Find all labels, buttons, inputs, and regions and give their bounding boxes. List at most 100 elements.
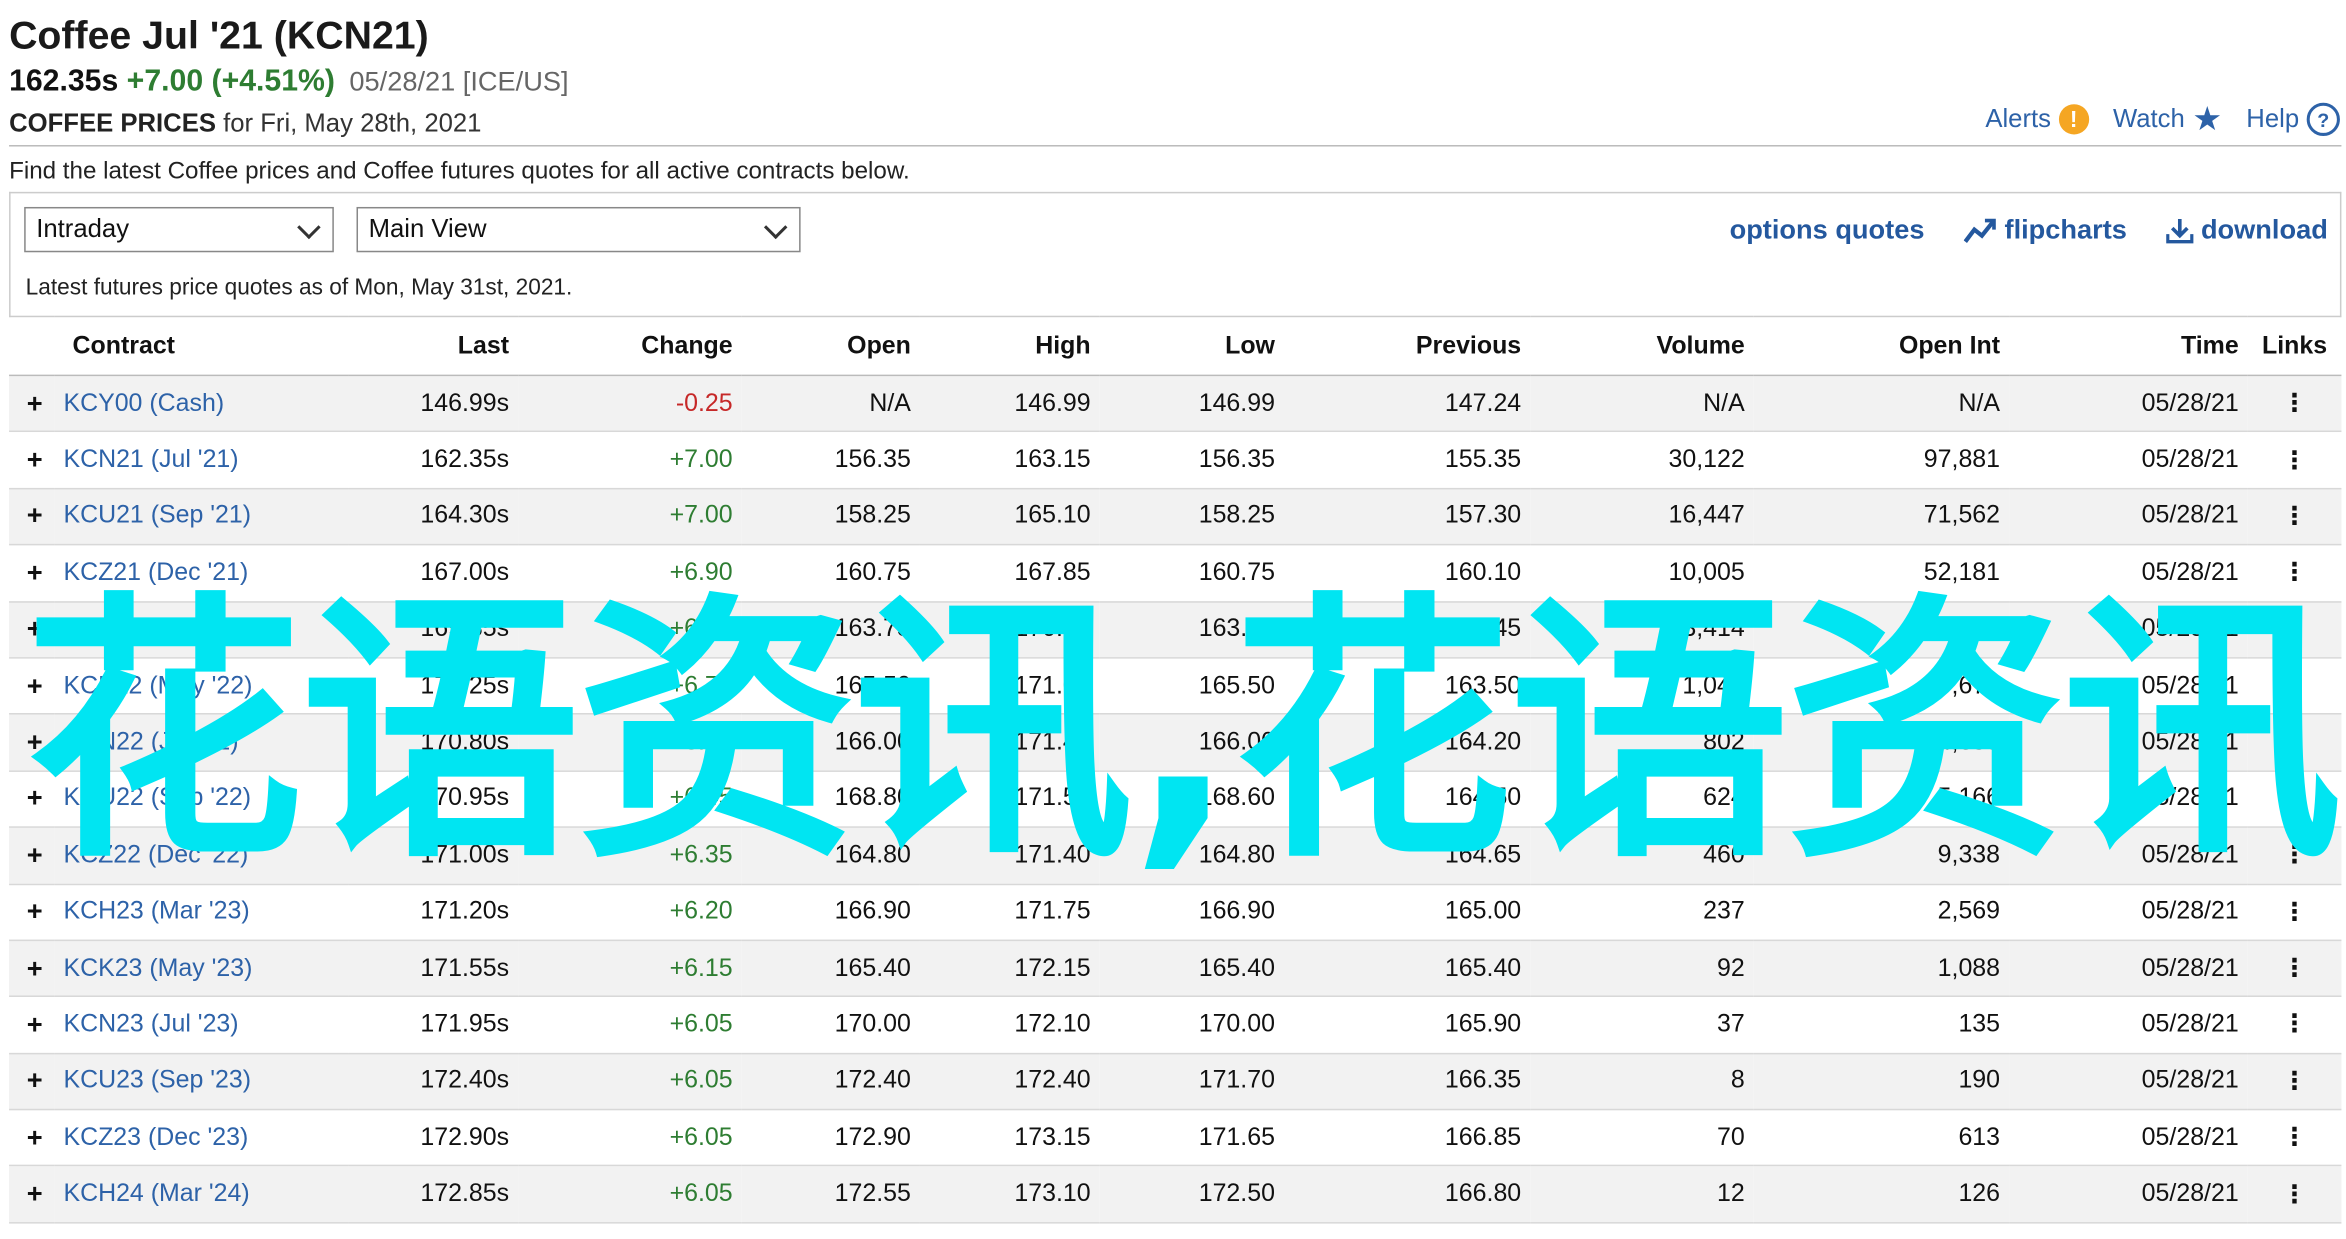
cell-change: +7.00 (518, 431, 742, 490)
cell-contract[interactable]: KCN23 (Jul '23) (54, 996, 349, 1054)
watch-link[interactable]: Watch ★ (2113, 102, 2222, 135)
subtitle-rest: for Fri, May 28th, 2021 (215, 108, 482, 138)
quote-date-exchange: 05/28/21 [ICE/US] (349, 66, 569, 97)
view-select-value: Main View (368, 214, 487, 244)
flipcharts-link[interactable]: flipcharts (1963, 214, 2127, 247)
price-change: +7.00 (+4.51%) (126, 64, 335, 99)
table-row: + KCN21 (Jul '21) 162.35s +7.00 156.35 163.15… (9, 431, 2342, 490)
more-options-icon[interactable]: ⋮ (2247, 375, 2342, 433)
period-select[interactable]: Intraday (24, 206, 334, 253)
options-quotes-label: options quotes (1729, 214, 1925, 245)
cell-time: 05/28/21 (2009, 996, 2248, 1054)
cell-time: 05/28/21 (2009, 1166, 2248, 1224)
flipcharts-label: flipcharts (2004, 214, 2127, 245)
cell-contract[interactable]: KCN21 (Jul '21) (54, 431, 349, 490)
cell-open: 165.40 (741, 940, 920, 998)
expand-plus-icon[interactable]: + (9, 1166, 55, 1224)
cell-change: +6.15 (518, 940, 742, 998)
col-open[interactable]: Open (741, 315, 920, 377)
col-change[interactable]: Change (518, 315, 742, 377)
cell-open-int: 126 (1753, 1166, 2010, 1224)
chevron-down-icon (763, 215, 788, 240)
col-contract[interactable]: Contract (9, 315, 349, 377)
cell-change: +6.05 (518, 996, 742, 1054)
col-last[interactable]: Last (348, 315, 519, 377)
page-description: Find the latest Coffee prices and Coffee… (9, 158, 910, 185)
alert-icon: ! (2058, 104, 2089, 135)
as-of-text: Latest futures price quotes as of Mon, M… (25, 274, 573, 301)
table-row: + KCN23 (Jul '23) 171.95s +6.05 170.00 172.10… (9, 996, 2342, 1054)
cell-last: 171.95s (348, 996, 519, 1054)
expand-plus-icon[interactable]: + (9, 1053, 55, 1111)
period-select-value: Intraday (36, 214, 130, 244)
cell-volume: 30,122 (1530, 431, 1754, 490)
more-options-icon[interactable]: ⋮ (2247, 940, 2342, 998)
cell-volume: 37 (1530, 996, 1754, 1054)
col-links: Links (2247, 315, 2342, 377)
cell-high: 163.15 (919, 431, 1100, 490)
expand-plus-icon[interactable]: + (9, 940, 55, 998)
download-link[interactable]: download (2166, 215, 2328, 247)
more-options-icon[interactable]: ⋮ (2247, 431, 2342, 490)
help-label: Help (2246, 104, 2300, 133)
cell-contract[interactable]: KCU23 (Sep '23) (54, 1053, 349, 1111)
cell-time: 05/28/21 (2009, 431, 2248, 490)
cell-previous: 147.24 (1284, 375, 1531, 433)
cell-last: 171.55s (348, 940, 519, 998)
cell-contract[interactable]: KCZ23 (Dec '23) (54, 1109, 349, 1167)
cell-low: 171.70 (1099, 1053, 1285, 1111)
expand-plus-icon[interactable]: + (9, 996, 55, 1054)
expand-plus-icon[interactable]: + (9, 375, 55, 433)
table-row: + KCY00 (Cash) 146.99s -0.25 N/A 146.99 146.99… (9, 375, 2342, 433)
cell-high: 172.15 (919, 940, 1100, 998)
controls-panel: Intraday Main View options quotes flipch… (9, 191, 2342, 318)
col-low[interactable]: Low (1099, 315, 1285, 377)
more-options-icon[interactable]: ⋮ (2247, 1109, 2342, 1167)
cell-time: 05/28/21 (2009, 940, 2248, 998)
cell-open: 172.40 (741, 1053, 920, 1111)
cell-open: 172.55 (741, 1166, 920, 1224)
help-icon: ? (2306, 102, 2340, 136)
cell-volume: 12 (1530, 1166, 1754, 1224)
expand-plus-icon[interactable]: + (9, 1109, 55, 1167)
chevron-down-icon (297, 215, 321, 240)
cell-time: 05/28/21 (2009, 1109, 2248, 1167)
options-quotes-link[interactable]: options quotes (1730, 215, 1925, 247)
more-options-icon[interactable]: ⋮ (2247, 1166, 2342, 1224)
cell-change: +6.05 (518, 1109, 742, 1167)
chart-line-icon (1963, 217, 1996, 243)
cell-change: -0.25 (518, 375, 742, 433)
cell-open: 172.90 (741, 1109, 920, 1167)
cell-high: 172.10 (919, 996, 1100, 1054)
cell-contract[interactable]: KCY00 (Cash) (54, 375, 349, 433)
help-link[interactable]: Help ? (2246, 102, 2340, 136)
cell-low: 165.40 (1099, 940, 1285, 998)
col-volume[interactable]: Volume (1530, 315, 1754, 377)
cell-open-int: 135 (1753, 996, 2010, 1054)
cell-open-int: 97,881 (1753, 431, 2010, 490)
table-row: + KCZ23 (Dec '23) 172.90s +6.05 172.90 173.15… (9, 1109, 2342, 1167)
toolbar: options quotes flipcharts download (1730, 215, 2328, 247)
more-options-icon[interactable]: ⋮ (2247, 1053, 2342, 1111)
col-high[interactable]: High (919, 315, 1100, 377)
more-options-icon[interactable]: ⋮ (2247, 996, 2342, 1054)
cell-contract[interactable]: KCH24 (Mar '24) (54, 1166, 349, 1224)
col-time[interactable]: Time (2009, 315, 2248, 377)
cell-volume: 8 (1530, 1053, 1754, 1111)
cell-previous: 166.80 (1284, 1166, 1531, 1224)
cell-high: 146.99 (919, 375, 1100, 433)
subtitle-bold: COFFEE PRICES (9, 108, 216, 138)
view-select[interactable]: Main View (356, 206, 801, 253)
cell-volume: 70 (1530, 1109, 1754, 1167)
col-open-int[interactable]: Open Int (1753, 315, 2010, 377)
alerts-link[interactable]: Alerts ! (1985, 104, 2089, 135)
cell-low: 171.65 (1099, 1109, 1285, 1167)
cell-change: +6.05 (518, 1053, 742, 1111)
page-title: Coffee Jul '21 (KCN21) (9, 12, 429, 58)
cell-high: 173.15 (919, 1109, 1100, 1167)
cell-contract[interactable]: KCK23 (May '23) (54, 940, 349, 998)
cell-open: 156.35 (741, 431, 920, 490)
col-previous[interactable]: Previous (1284, 315, 1531, 377)
download-label: download (2200, 214, 2328, 245)
expand-plus-icon[interactable]: + (9, 431, 55, 490)
